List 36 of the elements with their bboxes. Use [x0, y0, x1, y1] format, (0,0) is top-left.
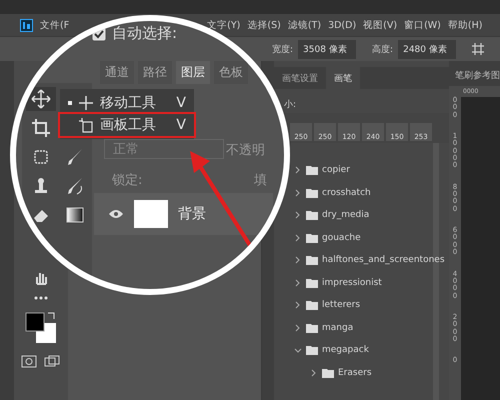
panel-tab[interactable]: 画笔设置: [274, 67, 326, 89]
folder-name[interactable]: copier: [322, 165, 350, 176]
panel-tab[interactable]: 色板: [214, 61, 248, 84]
menu-item[interactable]: 选择(S): [247, 18, 281, 32]
height-label: 高度:: [372, 44, 394, 56]
folder-name[interactable]: dry_media: [322, 210, 370, 220]
menu-item[interactable]: 帮助(H): [448, 18, 482, 32]
fill-label: 填: [254, 172, 267, 189]
panel-tab[interactable]: 路径: [138, 61, 172, 84]
panel-tab[interactable]: 图层: [176, 61, 210, 84]
size-label: 小:: [284, 98, 296, 110]
folder-name[interactable]: gouache: [322, 232, 361, 243]
width-field[interactable]: 3508 像素: [298, 40, 356, 58]
menu-item[interactable]: 画板工具 V: [60, 114, 194, 136]
menu-item[interactable]: 文件(F: [40, 18, 70, 32]
menu-item[interactable]: 3D(D): [328, 20, 356, 30]
folder-name[interactable]: crosshatch: [322, 188, 371, 198]
layer-row[interactable]: 背景: [94, 193, 273, 235]
folder-name[interactable]: megapack: [322, 345, 369, 356]
panel-title: 笔刷参考图: [454, 70, 500, 83]
height-field[interactable]: 2480 像素: [398, 40, 456, 58]
opacity-label: 不透明: [226, 142, 265, 159]
folder-name[interactable]: manga: [322, 322, 354, 333]
panel-tab[interactable]: 画笔: [326, 67, 360, 89]
menu-item[interactable]: 移动工具 V: [60, 92, 194, 114]
folder-name[interactable]: halftones_and_screentones: [322, 255, 445, 266]
folder-name[interactable]: Erasers: [338, 368, 372, 378]
folder-name[interactable]: letterers: [322, 300, 360, 310]
panel-tab[interactable]: 通道: [100, 61, 134, 84]
width-label: 宽度:: [272, 44, 294, 56]
menu-item[interactable]: 滤镜(T): [288, 18, 322, 32]
folder-name[interactable]: impressionist: [322, 278, 382, 288]
menu-item[interactable]: 窗口(W): [404, 18, 441, 32]
menu-item[interactable]: 视图(V): [363, 18, 398, 32]
auto-select-label[interactable]: 自动选择:: [112, 24, 178, 43]
lock-label: 锁定:: [112, 172, 142, 189]
